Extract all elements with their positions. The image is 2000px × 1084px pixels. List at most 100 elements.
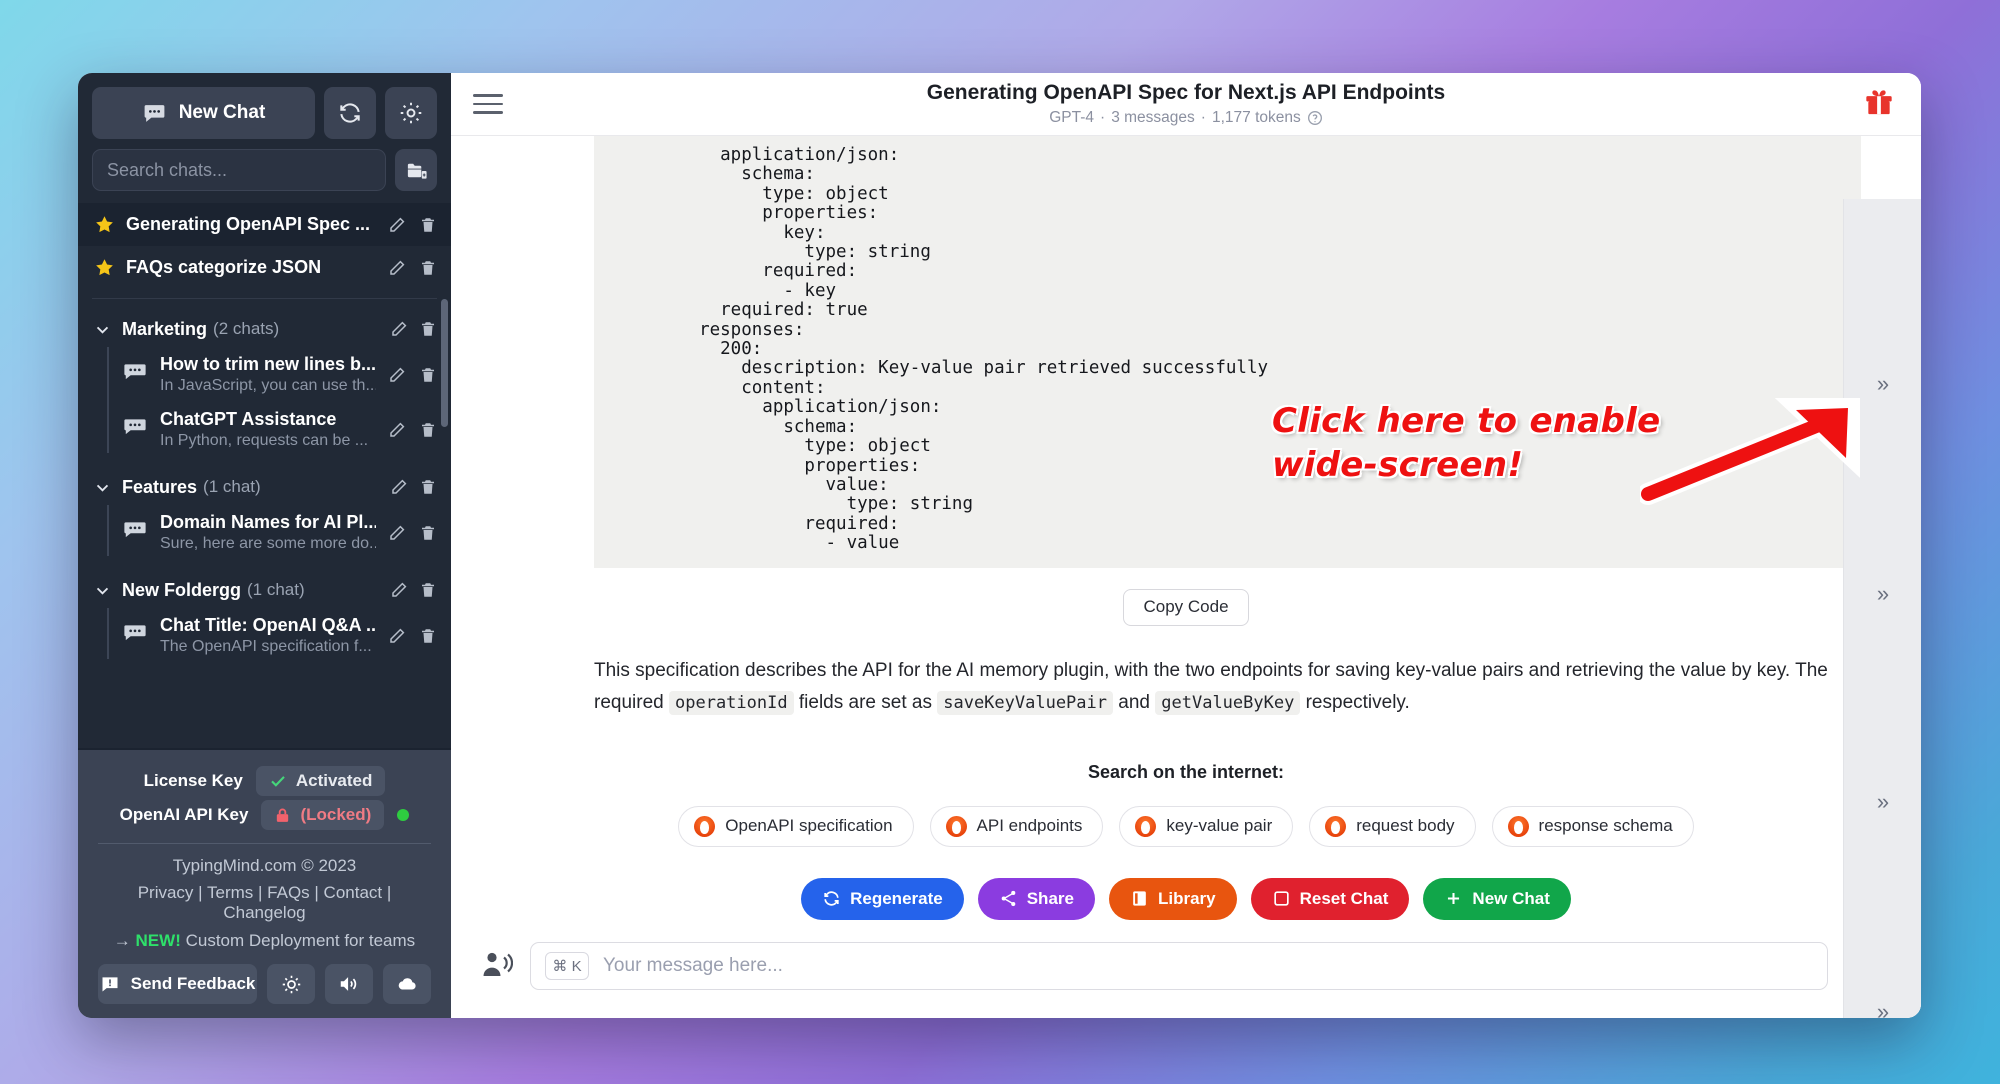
- model-name: GPT-4: [1049, 109, 1095, 126]
- edit-icon[interactable]: [390, 320, 408, 338]
- edit-icon[interactable]: [390, 478, 408, 496]
- folder-header[interactable]: New Foldergg (1 chat): [78, 572, 451, 608]
- page-title: Generating OpenAPI Spec for Next.js API …: [926, 81, 1446, 104]
- code-block[interactable]: application/json: schema: type: object p…: [594, 136, 1861, 568]
- chat-list-item-pinned-0[interactable]: Generating OpenAPI Spec ...: [78, 203, 451, 246]
- chat-bubble-icon: [122, 517, 148, 548]
- link-faqs[interactable]: FAQs: [267, 883, 310, 902]
- settings-button[interactable]: [385, 87, 437, 139]
- refresh-button[interactable]: [324, 87, 376, 139]
- edit-icon[interactable]: [388, 216, 406, 234]
- chat-list[interactable]: Generating OpenAPI Spec ... FAQs categor…: [78, 195, 451, 748]
- trash-icon[interactable]: [419, 524, 437, 542]
- edit-icon[interactable]: [388, 627, 406, 645]
- search-chip[interactable]: key-value pair: [1119, 805, 1294, 847]
- hamburger-icon[interactable]: [473, 88, 503, 120]
- chat-list-item[interactable]: Domain Names for AI Pl... Sure, here are…: [108, 505, 451, 560]
- chat-row-actions: [388, 366, 437, 384]
- trash-icon[interactable]: [419, 320, 437, 338]
- chat-title: Domain Names for AI Pl...: [160, 512, 376, 532]
- gift-button[interactable]: [1863, 86, 1895, 123]
- folder-name: New Foldergg: [122, 579, 242, 600]
- trash-icon[interactable]: [419, 259, 437, 277]
- sidebar-scrollbar[interactable]: [441, 299, 448, 427]
- edit-icon[interactable]: [388, 259, 406, 277]
- folder-name: Marketing: [122, 318, 208, 339]
- lock-icon: [277, 808, 289, 822]
- chat-list-item[interactable]: How to trim new lines b... In JavaScript…: [108, 347, 451, 402]
- search-chip-label: key-value pair: [1166, 816, 1273, 836]
- license-key-label: License Key: [143, 771, 243, 790]
- link-changelog[interactable]: Changelog: [223, 903, 305, 922]
- theme-toggle-button[interactable]: [267, 964, 315, 1004]
- chevron-down-icon[interactable]: [94, 321, 111, 338]
- new-folder-button[interactable]: [395, 149, 437, 191]
- trash-icon[interactable]: [419, 627, 437, 645]
- folder-header[interactable]: Features (1 chat): [78, 469, 451, 505]
- new-chat-button[interactable]: New Chat: [92, 87, 315, 139]
- folder-body: Chat Title: OpenAI Q&A ... The OpenAPI s…: [78, 608, 451, 663]
- star-icon[interactable]: [94, 214, 115, 235]
- send-feedback-button[interactable]: Send Feedback: [98, 964, 257, 1004]
- chat-list-item-pinned-1[interactable]: FAQs categorize JSON: [78, 246, 451, 289]
- code-line: description: Key-value pair retrieved su…: [678, 358, 1269, 379]
- trash-icon[interactable]: [419, 421, 437, 439]
- link-contact[interactable]: Contact: [324, 883, 383, 902]
- code-line: type: object: [678, 436, 931, 457]
- folder-body: Domain Names for AI Pl... Sure, here are…: [78, 505, 451, 560]
- folder-header[interactable]: Marketing (2 chats): [78, 311, 451, 347]
- action-button-label: New Chat: [1472, 888, 1550, 908]
- message-input[interactable]: [603, 955, 1813, 977]
- expand-wide-screen-button-3[interactable]: »: [1844, 789, 1921, 815]
- chevron-down-icon[interactable]: [94, 582, 111, 599]
- action-button-library[interactable]: Library: [1108, 877, 1237, 920]
- link-privacy[interactable]: Privacy: [138, 883, 194, 902]
- code-line: schema:: [678, 164, 815, 185]
- action-button-share[interactable]: Share: [977, 877, 1095, 920]
- sound-toggle-button[interactable]: [325, 964, 373, 1004]
- expand-wide-screen-button-2[interactable]: »: [1844, 581, 1921, 607]
- folder-count: (1 chat): [203, 477, 261, 496]
- copy-code-button[interactable]: Copy Code: [1123, 588, 1249, 626]
- custom-deployment-promo[interactable]: → NEW! Custom Deployment for teams: [98, 931, 431, 951]
- sidebar-top: New Chat: [78, 73, 451, 195]
- expand-wide-screen-button-1[interactable]: »: [1844, 371, 1921, 397]
- chevron-down-icon[interactable]: [94, 479, 111, 496]
- star-icon[interactable]: [94, 257, 115, 278]
- trash-icon[interactable]: [419, 216, 437, 234]
- chat-bubble-icon: [144, 104, 165, 122]
- search-input[interactable]: [92, 149, 386, 191]
- search-chip[interactable]: API endpoints: [929, 805, 1104, 847]
- action-button-label: Share: [1026, 888, 1074, 908]
- search-chip[interactable]: OpenAPI specification: [678, 805, 914, 847]
- refresh-icon: [340, 103, 360, 123]
- license-status-badge[interactable]: Activated: [255, 766, 386, 796]
- edit-icon[interactable]: [390, 581, 408, 599]
- chat-title: ChatGPT Assistance: [160, 409, 337, 429]
- feedback-icon: [102, 977, 118, 992]
- search-chip[interactable]: response schema: [1491, 805, 1694, 847]
- action-button-new-chat[interactable]: New Chat: [1423, 877, 1571, 920]
- api-key-row: OpenAI API Key (Locked): [98, 798, 431, 832]
- question-circle-icon[interactable]: [1307, 110, 1323, 126]
- duckduckgo-icon: [1135, 815, 1157, 837]
- new-folder-icon: [407, 163, 427, 179]
- trash-icon[interactable]: [419, 478, 437, 496]
- edit-icon[interactable]: [388, 366, 406, 384]
- expand-wide-screen-button-4[interactable]: »: [1844, 999, 1921, 1018]
- edit-icon[interactable]: [388, 421, 406, 439]
- api-status-badge[interactable]: (Locked): [261, 800, 385, 830]
- voice-person-icon[interactable]: [481, 949, 514, 984]
- search-chip[interactable]: request body: [1309, 805, 1476, 847]
- trash-icon[interactable]: [419, 366, 437, 384]
- chat-list-item[interactable]: ChatGPT Assistance In Python, requests c…: [108, 402, 451, 457]
- trash-icon[interactable]: [419, 581, 437, 599]
- message-input-shell[interactable]: ⌘ K: [530, 942, 1828, 990]
- cloud-sync-button[interactable]: [383, 964, 431, 1004]
- chat-list-item[interactable]: Chat Title: OpenAI Q&A ... The OpenAPI s…: [108, 608, 451, 663]
- edit-icon[interactable]: [388, 524, 406, 542]
- action-button-reset-chat[interactable]: Reset Chat: [1250, 877, 1410, 920]
- folder-new-foldergg: New Foldergg (1 chat) Chat Title: OpenAI…: [78, 572, 451, 663]
- link-terms[interactable]: Terms: [207, 883, 253, 902]
- action-button-regenerate[interactable]: Regenerate: [801, 877, 964, 920]
